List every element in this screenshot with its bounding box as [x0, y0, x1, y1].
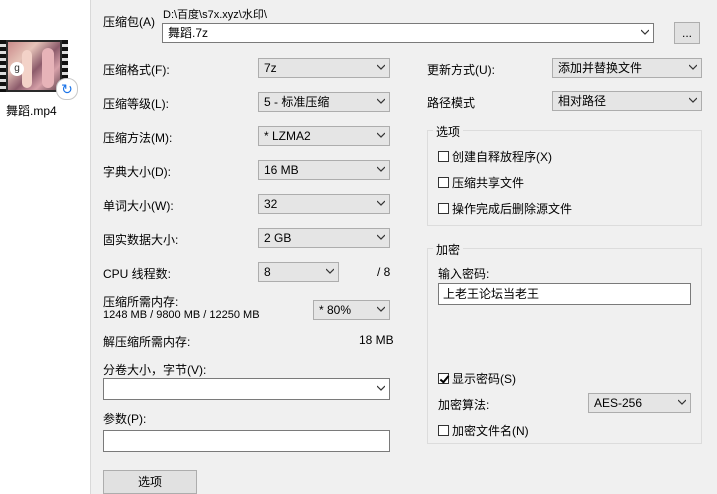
- film-strip-left: [0, 40, 6, 92]
- password-input[interactable]: 上老王论坛当老王: [438, 283, 691, 305]
- algo-value: AES-256: [594, 396, 643, 410]
- pathmode-label: 路径模式: [427, 96, 476, 110]
- dict-label: 字典大小(D):: [103, 165, 171, 179]
- checkbox-label: 操作完成后删除源文件: [452, 202, 573, 216]
- options-group-title: 选项: [433, 123, 464, 140]
- checkbox-box[interactable]: [438, 373, 449, 384]
- chevron-down-icon[interactable]: [377, 199, 385, 207]
- format-select[interactable]: 7z: [258, 58, 390, 78]
- chevron-down-icon[interactable]: [377, 305, 385, 313]
- format-value: 7z: [264, 61, 277, 75]
- chevron-down-icon[interactable]: [326, 267, 334, 275]
- shared-files-checkbox[interactable]: 压缩共享文件: [438, 174, 524, 191]
- chevron-down-icon[interactable]: [377, 63, 385, 71]
- checkbox-label: 加密文件名(N): [452, 424, 529, 438]
- dict-select[interactable]: 16 MB: [258, 160, 390, 180]
- method-select[interactable]: * LZMA2: [258, 126, 390, 146]
- solid-value: 2 GB: [264, 231, 292, 245]
- method-label: 压缩方法(M):: [103, 131, 173, 145]
- update-select[interactable]: 添加并替换文件: [552, 58, 702, 78]
- chevron-down-icon[interactable]: [641, 28, 649, 36]
- cpu-max: / 8: [377, 265, 391, 279]
- archive-name-value: 舞蹈.7z: [168, 26, 209, 40]
- checkbox-label: 显示密码(S): [452, 372, 516, 386]
- level-select[interactable]: 5 - 标准压缩: [258, 92, 390, 112]
- checkbox-label: 压缩共享文件: [452, 176, 525, 190]
- level-value: 5 - 标准压缩: [264, 95, 330, 109]
- update-label: 更新方式(U):: [427, 63, 495, 77]
- word-select[interactable]: 32: [258, 194, 390, 214]
- params-label: 参数(P):: [103, 412, 147, 426]
- format-label: 压缩格式(F):: [103, 63, 170, 77]
- checkbox-box[interactable]: [438, 203, 449, 214]
- params-input[interactable]: [103, 430, 390, 452]
- pathmode-value: 相对路径: [558, 94, 607, 108]
- chevron-down-icon[interactable]: [377, 384, 385, 392]
- checkbox-box[interactable]: [438, 151, 449, 162]
- checkbox-box[interactable]: [438, 177, 449, 188]
- chevron-down-icon[interactable]: [377, 131, 385, 139]
- cpu-label: CPU 线程数:: [103, 267, 172, 281]
- show-password-checkbox[interactable]: 显示密码(S): [438, 370, 516, 387]
- add-to-archive-dialog: 压缩包(A) D:\百度\s7x.xyz\水印\ 舞蹈.7z ... 压缩格式(…: [90, 0, 717, 494]
- decomp-value: 18 MB: [359, 333, 394, 347]
- cpu-select[interactable]: 8: [258, 262, 339, 282]
- archive-label: 压缩包(A): [103, 15, 155, 29]
- sfx-checkbox[interactable]: 创建自释放程序(X): [438, 148, 552, 165]
- archive-name-combo[interactable]: 舞蹈.7z: [162, 23, 654, 43]
- chevron-down-icon[interactable]: [377, 97, 385, 105]
- algo-select[interactable]: AES-256: [588, 393, 691, 413]
- memory-value: * 80%: [319, 303, 352, 317]
- split-label: 分卷大小，字节(V):: [103, 363, 207, 377]
- dict-value: 16 MB: [264, 163, 299, 177]
- word-label: 单词大小(W):: [103, 199, 174, 213]
- chevron-down-icon[interactable]: [689, 96, 697, 104]
- file-name-label[interactable]: 舞蹈.mp4: [6, 102, 57, 119]
- pathmode-select[interactable]: 相对路径: [552, 91, 702, 111]
- split-combo[interactable]: [103, 378, 390, 400]
- word-value: 32: [264, 197, 278, 211]
- desktop-area: g ↻ 舞蹈.mp4: [0, 0, 90, 494]
- checkbox-label: 创建自释放程序(X): [452, 150, 552, 164]
- method-value: * LZMA2: [264, 129, 311, 143]
- solid-label: 固实数据大小:: [103, 233, 179, 247]
- encrypt-names-checkbox[interactable]: 加密文件名(N): [438, 422, 529, 439]
- encryption-group-title: 加密: [433, 241, 464, 258]
- browse-button[interactable]: ...: [674, 22, 700, 44]
- dancer-figure: [42, 48, 54, 88]
- archive-path: D:\百度\s7x.xyz\水印\: [163, 9, 267, 21]
- thumb-badge: g: [10, 62, 24, 76]
- level-label: 压缩等级(L):: [103, 97, 170, 111]
- cpu-value: 8: [264, 265, 271, 279]
- options-button[interactable]: 选项: [103, 470, 197, 494]
- solid-select[interactable]: 2 GB: [258, 228, 390, 248]
- update-value: 添加并替换文件: [558, 61, 643, 75]
- delete-source-checkbox[interactable]: 操作完成后删除源文件: [438, 200, 572, 217]
- memory-select[interactable]: * 80%: [313, 300, 390, 320]
- chevron-down-icon[interactable]: [377, 165, 385, 173]
- password-label: 输入密码:: [438, 267, 490, 281]
- checkbox-box[interactable]: [438, 425, 449, 436]
- chevron-down-icon[interactable]: [689, 63, 697, 71]
- algo-label: 加密算法:: [438, 398, 490, 412]
- chevron-down-icon[interactable]: [377, 233, 385, 241]
- memory-detail: 1248 MB / 9800 MB / 12250 MB: [103, 309, 260, 321]
- sync-icon: ↻: [56, 78, 78, 100]
- decomp-label: 解压缩所需内存:: [103, 335, 191, 349]
- memory-label: 压缩所需内存:: [103, 295, 179, 309]
- chevron-down-icon[interactable]: [678, 398, 686, 406]
